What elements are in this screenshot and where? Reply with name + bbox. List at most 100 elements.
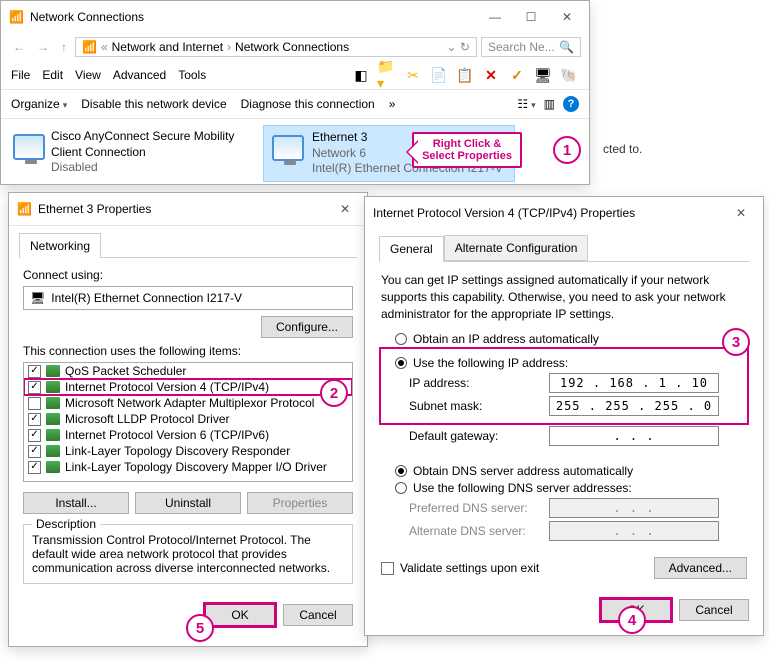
checkbox[interactable] [28,429,41,442]
dialog-title: Internet Protocol Version 4 (TCP/IPv4) P… [373,206,635,220]
window-title: Network Connections [30,10,144,24]
close-button[interactable]: ✕ [553,7,581,27]
copy-icon[interactable]: 📄 [429,65,449,85]
radio-auto-dns[interactable]: Obtain DNS server address automatically [395,464,747,478]
conn-name: Cisco AnyConnect Secure Mobility Client … [51,129,253,160]
crumb-current[interactable]: Network Connections [235,40,349,54]
prop-icon[interactable]: 🖥 [533,65,553,85]
checkbox[interactable] [28,461,41,474]
panes-icon[interactable]: ◧ [351,65,371,85]
configure-button[interactable]: Configure... [261,316,353,338]
subnet-mask-input[interactable]: 255 . 255 . 255 . 0 [549,396,719,416]
adapter-icon [270,130,306,166]
view-icon[interactable]: ☷ [517,97,535,111]
items-label: This connection uses the following items… [23,344,353,358]
radio-auto-ip[interactable]: Obtain an IP address automatically [395,332,747,346]
ok-button[interactable]: OK [205,604,275,626]
menu-advanced[interactable]: Advanced [113,68,166,82]
dialog-title: Ethernet 3 Properties [38,202,151,216]
close-button[interactable]: ✕ [727,203,755,223]
step-badge-5: 5 [186,614,214,642]
list-item[interactable]: Internet Protocol Version 6 (TCP/IPv6) [24,427,352,443]
radio-icon [395,357,407,369]
up-button[interactable]: ↑ [57,38,71,56]
list-item[interactable]: Microsoft Network Adapter Multiplexor Pr… [24,395,352,411]
ipv4-properties-dialog: Internet Protocol Version 4 (TCP/IPv4) P… [364,196,764,636]
items-list[interactable]: QoS Packet Scheduler Internet Protocol V… [23,362,353,482]
titlebar: 📶 Ethernet 3 Properties ✕ [9,193,367,226]
cancel-button[interactable]: Cancel [679,599,749,621]
conn-status: Disabled [51,160,253,176]
advanced-button[interactable]: Advanced... [654,557,747,579]
ip-address-input[interactable]: 192 . 168 . 1 . 10 [549,373,719,393]
step-badge-4: 4 [618,606,646,634]
menu-tools[interactable]: Tools [178,68,206,82]
adapter-icon [13,129,45,165]
minimize-button[interactable]: — [481,7,509,27]
folder-icon: 📶 [9,10,24,24]
preview-icon[interactable]: ▥ [544,97,555,111]
description-label: Description [32,517,100,531]
paste-icon[interactable]: 📋 [455,65,475,85]
command-bar: Organize Disable this network device Dia… [1,89,589,119]
chevron-icon[interactable]: » [389,97,396,111]
diagnose-button[interactable]: Diagnose this connection [241,97,375,111]
manual-ip-group: Use the following IP address: IP address… [381,349,747,423]
checkbox[interactable] [28,445,41,458]
connection-cisco[interactable]: Cisco AnyConnect Secure Mobility Client … [7,125,259,182]
checkbox[interactable] [28,381,41,394]
cut-icon[interactable]: ✂ [403,65,423,85]
help-icon[interactable]: ? [563,96,579,112]
menu-edit[interactable]: Edit [42,68,63,82]
checkbox[interactable] [28,413,41,426]
gateway-input[interactable]: . . . [549,426,719,446]
breadcrumb[interactable]: 📶 « Network and Internet › Network Conne… [75,37,477,57]
validate-checkbox[interactable]: Validate settings upon exit [381,561,539,575]
adapter-name: Intel(R) Ethernet Connection I217-V [51,291,242,305]
install-button[interactable]: Install... [23,492,129,514]
properties-button[interactable]: Properties [247,492,353,514]
cancel-button[interactable]: Cancel [283,604,353,626]
menu-file[interactable]: File [11,68,30,82]
list-item-ipv4[interactable]: Internet Protocol Version 4 (TCP/IPv4) [24,379,352,395]
gateway-label: Default gateway: [409,429,549,443]
adapter-field: 🖥 Intel(R) Ethernet Connection I217-V [23,286,353,310]
net-icon: 📶 [82,40,97,54]
address-bar: ← → ↑ 📶 « Network and Internet › Network… [1,33,589,61]
tab-networking[interactable]: Networking [19,233,101,258]
close-button[interactable]: ✕ [331,199,359,219]
checkbox[interactable] [28,397,41,410]
truncated-text: cted to. [603,142,642,156]
tab-strip: General Alternate Configuration [379,235,749,262]
search-input[interactable]: Search Ne... 🔍 [481,37,581,57]
check-icon[interactable]: ✓ [507,65,527,85]
delete-icon[interactable]: ✕ [481,65,501,85]
adapter-icon: 🖥 [30,291,45,305]
maximize-button[interactable]: ☐ [517,7,545,27]
description-group: Description Transmission Control Protoco… [23,524,353,584]
proto-icon [46,397,60,409]
radio-use-ip[interactable]: Use the following IP address: [395,356,743,370]
folder-icon[interactable]: 📁▾ [377,65,397,85]
back-button[interactable]: ← [9,38,29,56]
uninstall-button[interactable]: Uninstall [135,492,241,514]
search-icon: 🔍 [559,40,574,54]
list-item[interactable]: Microsoft LLDP Protocol Driver [24,411,352,427]
alternate-dns-input: . . . [549,521,719,541]
list-item[interactable]: QoS Packet Scheduler [24,363,352,379]
tab-general[interactable]: General [379,236,444,262]
proto-icon [46,413,60,425]
radio-use-dns[interactable]: Use the following DNS server addresses: [395,481,747,495]
forward-button[interactable]: → [33,38,53,56]
disable-device-button[interactable]: Disable this network device [81,97,226,111]
proto-icon [46,381,60,393]
preferred-dns-input: . . . [549,498,719,518]
crumb-parent[interactable]: Network and Internet [112,40,223,54]
checkbox[interactable] [28,365,41,378]
shell-icon[interactable]: 🐚 [559,65,579,85]
tab-alternate[interactable]: Alternate Configuration [444,235,589,261]
organize-menu[interactable]: Organize [11,97,67,111]
menu-view[interactable]: View [75,68,101,82]
list-item[interactable]: Link-Layer Topology Discovery Mapper I/O… [24,459,352,475]
list-item[interactable]: Link-Layer Topology Discovery Responder [24,443,352,459]
